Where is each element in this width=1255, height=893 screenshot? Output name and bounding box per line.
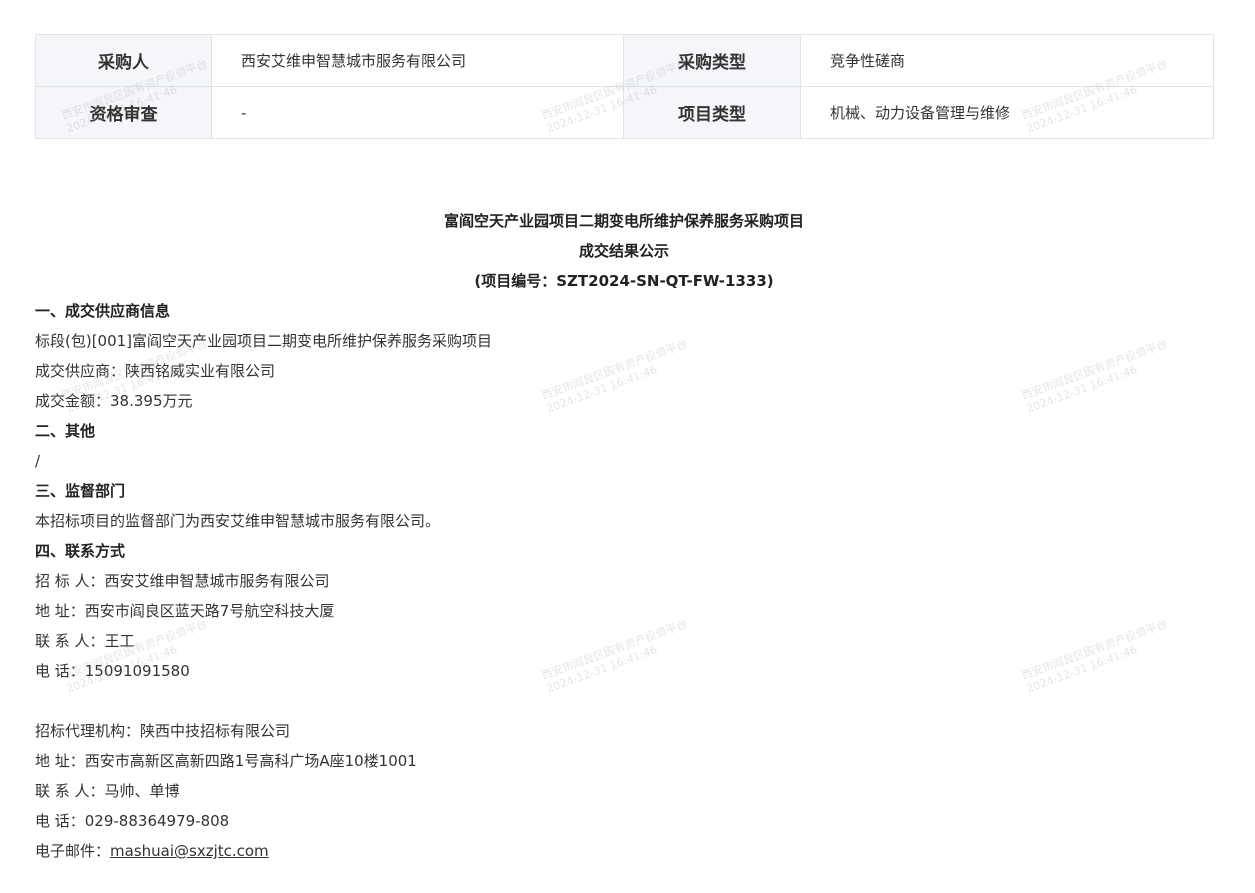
- project-type-value: 机械、动力设备管理与维修: [800, 86, 1214, 139]
- announcement-title: 富阎空天产业园项目二期变电所维护保养服务采购项目: [443, 212, 804, 230]
- info-row-2: 资格审查 - 项目类型 机械、动力设备管理与维修: [35, 86, 1214, 139]
- email-link[interactable]: mashuai@sxzjtc.com: [110, 842, 269, 860]
- section-3-body: 本招标项目的监督部门为西安艾维申智慧城市服务有限公司。: [35, 512, 441, 530]
- procurement-type-label: 采购类型: [623, 34, 801, 87]
- agency-address: 地 址：西安市高新区高新四路1号高科广场A座10楼1001: [35, 752, 417, 770]
- purchaser-label: 采购人: [35, 34, 212, 87]
- project-info-table: 采购人 西安艾维申智慧城市服务有限公司 采购类型 竞争性磋商 资格审查 - 项目…: [35, 34, 1214, 139]
- email-label: 电子邮件：: [35, 842, 111, 860]
- section-2-heading: 二、其他: [35, 422, 96, 440]
- purchaser-value: 西安艾维申智慧城市服务有限公司: [211, 34, 624, 87]
- section-4-heading: 四、联系方式: [35, 542, 126, 560]
- project-number: (项目编号：SZT2024-SN-QT-FW-1333): [474, 272, 774, 290]
- info-row-1: 采购人 西安艾维申智慧城市服务有限公司 采购类型 竞争性磋商: [35, 34, 1214, 87]
- announcement-content: 富阎空天产业园项目二期变电所维护保养服务采购项目 成交结果公示 (项目编号：SZ…: [35, 206, 1213, 866]
- winning-supplier: 成交供应商：陕西铭威实业有限公司: [35, 362, 276, 380]
- qualification-label: 资格审查: [35, 86, 212, 139]
- lot-info: 标段(包)[001]富阎空天产业园项目二期变电所维护保养服务采购项目: [35, 332, 493, 350]
- section-3-heading: 三、监督部门: [35, 482, 126, 500]
- section-1-heading: 一、成交供应商信息: [35, 302, 171, 320]
- agency-phone: 电 话：029-88364979-808: [35, 812, 230, 830]
- agency-name: 招标代理机构：陕西中技招标有限公司: [35, 722, 291, 740]
- tenderer-address: 地 址：西安市阎良区蓝天路7号航空科技大厦: [35, 602, 335, 620]
- tenderer-phone: 电 话：15091091580: [35, 662, 190, 680]
- qualification-value: -: [211, 86, 624, 139]
- agency-contact: 联 系 人：马帅、单博: [35, 782, 180, 800]
- agency-email-row: 电子邮件：mashuai@sxzjtc.com: [35, 836, 1213, 866]
- announcement-subtitle: 成交结果公示: [578, 242, 669, 260]
- tenderer-contact: 联 系 人：王工: [35, 632, 135, 650]
- tenderer-name: 招 标 人：西安艾维申智慧城市服务有限公司: [35, 572, 330, 590]
- section-2-body: /: [35, 452, 41, 470]
- project-type-label: 项目类型: [623, 86, 801, 139]
- winning-amount: 成交金额：38.395万元: [35, 392, 193, 410]
- procurement-type-value: 竞争性磋商: [800, 34, 1214, 87]
